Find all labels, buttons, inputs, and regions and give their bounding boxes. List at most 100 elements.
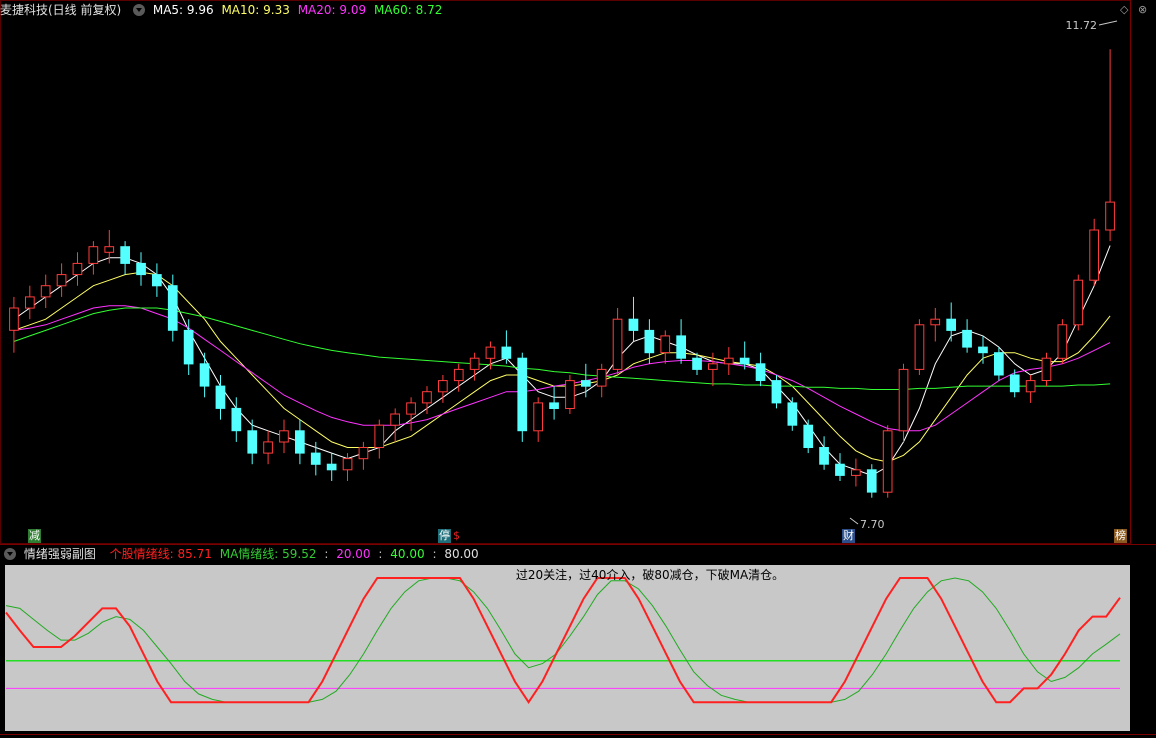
level-80-label: 80.00 xyxy=(444,547,479,561)
candle-body xyxy=(453,368,464,382)
candle-body xyxy=(374,424,385,449)
chart-close-icon[interactable]: ⊗ xyxy=(1138,3,1147,16)
candle-body xyxy=(1009,374,1020,393)
candle-body xyxy=(723,357,734,365)
candle-body xyxy=(279,430,289,443)
candle-body xyxy=(835,463,845,476)
legend-dropdown-icon[interactable] xyxy=(133,3,146,16)
candle-body xyxy=(199,363,210,387)
candle-body xyxy=(676,335,686,359)
ma5-label: MA5: 9.96 xyxy=(152,3,214,17)
candle-body xyxy=(469,357,480,370)
candle-body xyxy=(660,335,671,354)
candle-body xyxy=(167,285,178,331)
candle-body xyxy=(310,452,321,465)
candle-body xyxy=(422,391,432,404)
candle-body xyxy=(9,307,19,331)
candle-body xyxy=(692,357,702,370)
candle-body xyxy=(72,262,83,276)
chart-canvas: 11.72 7.70 过20关注，过40介入，破80减仓，下破MA清仓。 xyxy=(0,0,1156,738)
candle-body xyxy=(882,430,893,493)
candle-body xyxy=(342,458,353,471)
candle-body xyxy=(1089,229,1100,281)
candle-body xyxy=(533,402,543,432)
stock-title: 麦捷科技(日线 前复权) xyxy=(0,3,122,17)
candle-body xyxy=(231,407,242,432)
candle-body xyxy=(1057,324,1068,359)
candle-body xyxy=(1105,201,1115,231)
candle-body xyxy=(946,318,956,331)
candle-body xyxy=(596,368,607,387)
candle-body xyxy=(755,363,766,381)
ma20-label: MA20: 9.09 xyxy=(297,3,367,17)
candle-body xyxy=(1041,357,1052,382)
candle-body xyxy=(25,296,35,309)
chart-settings-diamond-icon[interactable]: ◇ xyxy=(1120,3,1128,16)
candle-body xyxy=(406,402,416,415)
candle-body xyxy=(851,469,861,476)
candle-body xyxy=(628,318,639,331)
sub-chart-title: 情绪强弱副图 xyxy=(23,547,96,561)
candle-body xyxy=(612,318,623,370)
candle-body xyxy=(295,430,305,454)
candle-body xyxy=(40,285,51,298)
candle-body xyxy=(866,469,877,493)
candle-body xyxy=(803,424,814,449)
candle-body xyxy=(978,346,988,354)
candle-body xyxy=(819,447,829,465)
level-20-label: 20.00 xyxy=(336,547,371,561)
event-marker-row: 减 停 $ 财 榜 xyxy=(0,529,1156,545)
ma10-label: MA10: 9.33 xyxy=(221,3,290,17)
candle[interactable] xyxy=(914,319,925,375)
candle-body xyxy=(56,274,67,287)
candle-body xyxy=(263,441,273,454)
candle-body xyxy=(1025,380,1036,393)
candle-body xyxy=(898,368,909,432)
candle-body xyxy=(708,363,718,370)
sub-chart-background xyxy=(5,565,1130,731)
candle-body xyxy=(914,324,925,370)
candle-body xyxy=(438,380,448,393)
sub-chart-dropdown-icon[interactable] xyxy=(4,547,16,560)
candle-body xyxy=(247,430,258,454)
marker-reduce[interactable]: 减 xyxy=(28,529,41,543)
candle-body xyxy=(358,447,369,460)
candle-body xyxy=(565,380,575,410)
candle-body xyxy=(739,357,750,365)
candle-body xyxy=(88,246,99,264)
candle[interactable] xyxy=(1073,274,1084,331)
candle-body xyxy=(771,380,782,404)
high-price-label: 11.72 xyxy=(1066,19,1098,32)
marker-finance[interactable]: 财 xyxy=(842,529,855,543)
candle[interactable] xyxy=(882,425,893,498)
sentiment-ma-label: MA情绪线: 59.52 xyxy=(219,547,317,561)
candle-body xyxy=(787,402,798,426)
marker-rank[interactable]: 榜 xyxy=(1114,529,1127,543)
candle[interactable] xyxy=(1057,319,1068,364)
candle-body xyxy=(485,346,496,359)
candle-body xyxy=(152,274,162,287)
sub-chart-legend: 情绪强弱副图 个股情绪线: 85.71 MA情绪线: 59.52 : 20.00… xyxy=(0,545,483,563)
candle[interactable] xyxy=(565,375,575,414)
candle-body xyxy=(1073,279,1084,326)
candle-body xyxy=(517,357,528,432)
candle-body xyxy=(549,402,559,409)
candle-body xyxy=(962,329,972,348)
candle-body xyxy=(183,329,194,365)
candle-body xyxy=(215,385,226,409)
candle-body xyxy=(644,329,655,354)
candle-body xyxy=(501,346,512,359)
marker-dollar[interactable]: $ xyxy=(452,529,461,543)
candle-body xyxy=(581,380,591,387)
strategy-note: 过20关注，过40介入，破80减仓，下破MA清仓。 xyxy=(516,567,784,582)
candle-body xyxy=(136,262,146,276)
main-chart-legend: 麦捷科技(日线 前复权) MA5: 9.96 MA10: 9.33 MA20: … xyxy=(0,1,446,19)
candle[interactable] xyxy=(898,363,909,442)
candle-body xyxy=(930,318,941,326)
marker-halt[interactable]: 停 xyxy=(438,529,451,543)
level-40-label: 40.00 xyxy=(390,547,425,561)
candle[interactable] xyxy=(517,352,528,442)
sentiment-line-label: 个股情绪线: 85.71 xyxy=(109,547,212,561)
candle-body xyxy=(104,246,115,253)
candle-body xyxy=(994,352,1004,376)
